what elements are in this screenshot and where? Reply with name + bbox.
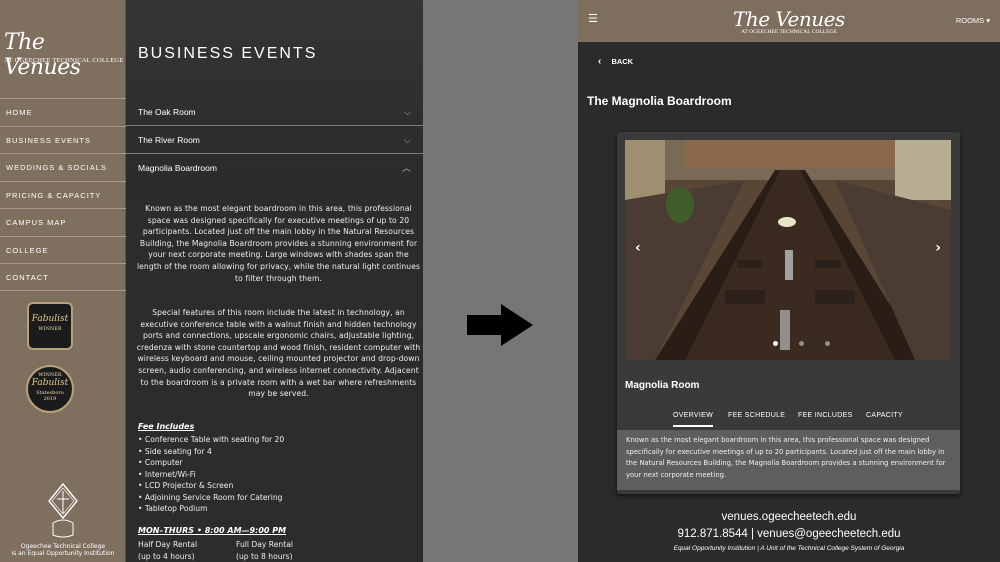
badge-label: WINNER: [38, 326, 62, 332]
carousel-next-icon[interactable]: ›: [935, 240, 941, 256]
half-day-rental: Half Day Rental (up to 4 hours): [138, 539, 197, 562]
list-item: • Tabletop Podium: [138, 504, 208, 513]
footer-website-link[interactable]: venues.ogeecheetech.edu: [578, 511, 1000, 523]
accordion-label: The River Room: [138, 135, 200, 145]
boardroom-photo-carousel[interactable]: ‹ ›: [625, 140, 951, 360]
list-item: • Side seating for 4: [138, 446, 212, 456]
magnolia-features: Special features of this room include th…: [136, 308, 421, 399]
nav-item-college[interactable]: COLLEGE: [0, 235, 126, 264]
nav-item-pricing[interactable]: PRICING & CAPACITY: [0, 180, 126, 209]
tab-fee-schedule[interactable]: FEE SCHEDULE: [728, 412, 785, 419]
boardroom-photo: [625, 140, 951, 360]
chevron-up-icon: ︿: [401, 163, 411, 173]
right-arrow-icon: [467, 304, 533, 346]
accordion-label: The Oak Room: [138, 107, 196, 117]
carousel-indicators: [765, 331, 838, 350]
list-item: • Computer: [138, 458, 183, 467]
carousel-dot[interactable]: [825, 341, 831, 346]
footer-equal-opportunity: Equal Opportunity Institution | A Unit o…: [673, 545, 905, 552]
menu-icon[interactable]: ☰: [588, 13, 599, 24]
accordion-label: Magnolia Boardroom: [138, 163, 217, 173]
card-room-name: Magnolia Room: [625, 380, 700, 391]
badge-year: 2019: [43, 396, 57, 402]
room-card: ‹ › Magnolia Room OVERVIEW FEE SCHEDULE …: [617, 132, 960, 494]
fabulist-statesboro-badge: WINNER Fabulist Statesboro 2019: [26, 365, 74, 413]
fee-includes-heading: Fee Includes: [138, 422, 195, 431]
hours-heading: MON–THURS • 8:00 AM—9:00 PM: [138, 526, 287, 535]
back-label: BACK: [611, 57, 634, 66]
venues-logo[interactable]: The Venues: [733, 7, 845, 31]
badge-script: Fabulist: [31, 314, 69, 324]
half-day-sub: (up to 4 hours): [138, 551, 195, 561]
page-title: BUSINESS EVENTS: [138, 45, 318, 62]
magnolia-description: Known as the most elegant boardroom in t…: [136, 204, 421, 283]
tab-fee-includes[interactable]: FEE INCLUDES: [798, 412, 853, 419]
list-item: • Conference Table with seating for 20: [138, 435, 285, 444]
half-day-label: Half Day Rental: [138, 540, 198, 549]
fee-includes-list: • Conference Table with seating for 20 •…: [138, 434, 284, 515]
room-tabs: OVERVIEW FEE SCHEDULE FEE INCLUDES CAPAC…: [617, 404, 960, 430]
full-day-rental: Full Day Rental (up to 8 hours): [236, 539, 293, 562]
accordion-oak-room[interactable]: The Oak Room ⌵: [126, 98, 423, 126]
overview-description: Known as the most elegant boardroom in t…: [617, 430, 960, 490]
carousel-prev-icon[interactable]: ‹: [635, 240, 641, 256]
fabulist-winner-badge: Fabulist WINNER: [27, 302, 73, 350]
back-button[interactable]: ‹ BACK: [598, 56, 633, 67]
chevron-down-icon: ⌵: [404, 135, 411, 145]
chevron-down-icon: ⌵: [404, 107, 411, 117]
full-day-label: Full Day Rental: [236, 540, 293, 549]
nav-item-contact[interactable]: CONTACT: [0, 263, 126, 291]
business-events-content: BUSINESS EVENTS The Oak Room ⌵ The River…: [126, 0, 423, 562]
nav-item-home[interactable]: HOME: [0, 98, 126, 126]
crest-label-line2: is an Equal Opportunity Institution: [11, 550, 115, 557]
footer-contact[interactable]: 912.871.8544 | venues@ogeecheetech.edu: [578, 528, 1000, 540]
full-day-sub: (up to 8 hours): [236, 551, 293, 561]
list-item: • Adjoining Service Room for Catering: [138, 492, 283, 502]
venues-logo-subtitle: AT OGEECHEE TECHNICAL COLLEGE: [741, 29, 837, 35]
nav-item-weddings[interactable]: WEDDINGS & SOCIALS: [0, 153, 126, 181]
rooms-menu-button[interactable]: ROOMS ▾: [956, 16, 990, 25]
sidebar: The Venues AT OGEECHEE TECHNICAL COLLEGE…: [0, 0, 126, 562]
college-crest-icon: [48, 483, 78, 538]
accordion-magnolia-boardroom[interactable]: Magnolia Boardroom ︿: [126, 154, 423, 182]
venues-logo[interactable]: The Venues: [4, 30, 124, 80]
screenshot-stage: The Venues AT OGEECHEE TECHNICAL COLLEGE…: [0, 0, 1000, 562]
nav-item-campus-map[interactable]: CAMPUS MAP: [0, 208, 126, 236]
crest-label: Ogeechee Technical College is an Equal O…: [0, 543, 126, 557]
crest-label-line1: Ogeechee Technical College: [20, 543, 106, 550]
carousel-dot[interactable]: [773, 341, 778, 346]
chevron-left-icon: ‹: [598, 56, 602, 67]
nav-item-business-events[interactable]: BUSINESS EVENTS: [0, 125, 126, 154]
carousel-dot[interactable]: [799, 341, 805, 346]
main-nav: HOME BUSINESS EVENTS WEDDINGS & SOCIALS …: [0, 98, 126, 291]
venues-logo-subtitle: AT OGEECHEE TECHNICAL COLLEGE: [4, 57, 124, 64]
list-item: • LCD Projector & Screen: [138, 481, 234, 490]
tab-overview[interactable]: OVERVIEW: [673, 412, 714, 427]
tab-capacity[interactable]: CAPACITY: [866, 412, 903, 419]
badge-script: Fabulist: [31, 378, 69, 388]
list-item: • Internet/Wi-Fi: [138, 469, 196, 479]
top-app-bar: ☰ The Venues AT OGEECHEE TECHNICAL COLLE…: [578, 0, 1000, 42]
room-title: The Magnolia Boardroom: [587, 94, 732, 108]
desktop-page: The Venues AT OGEECHEE TECHNICAL COLLEGE…: [0, 0, 423, 562]
accordion-river-room[interactable]: The River Room ⌵: [126, 126, 423, 154]
mobile-page: ☰ The Venues AT OGEECHEE TECHNICAL COLLE…: [578, 0, 1000, 562]
